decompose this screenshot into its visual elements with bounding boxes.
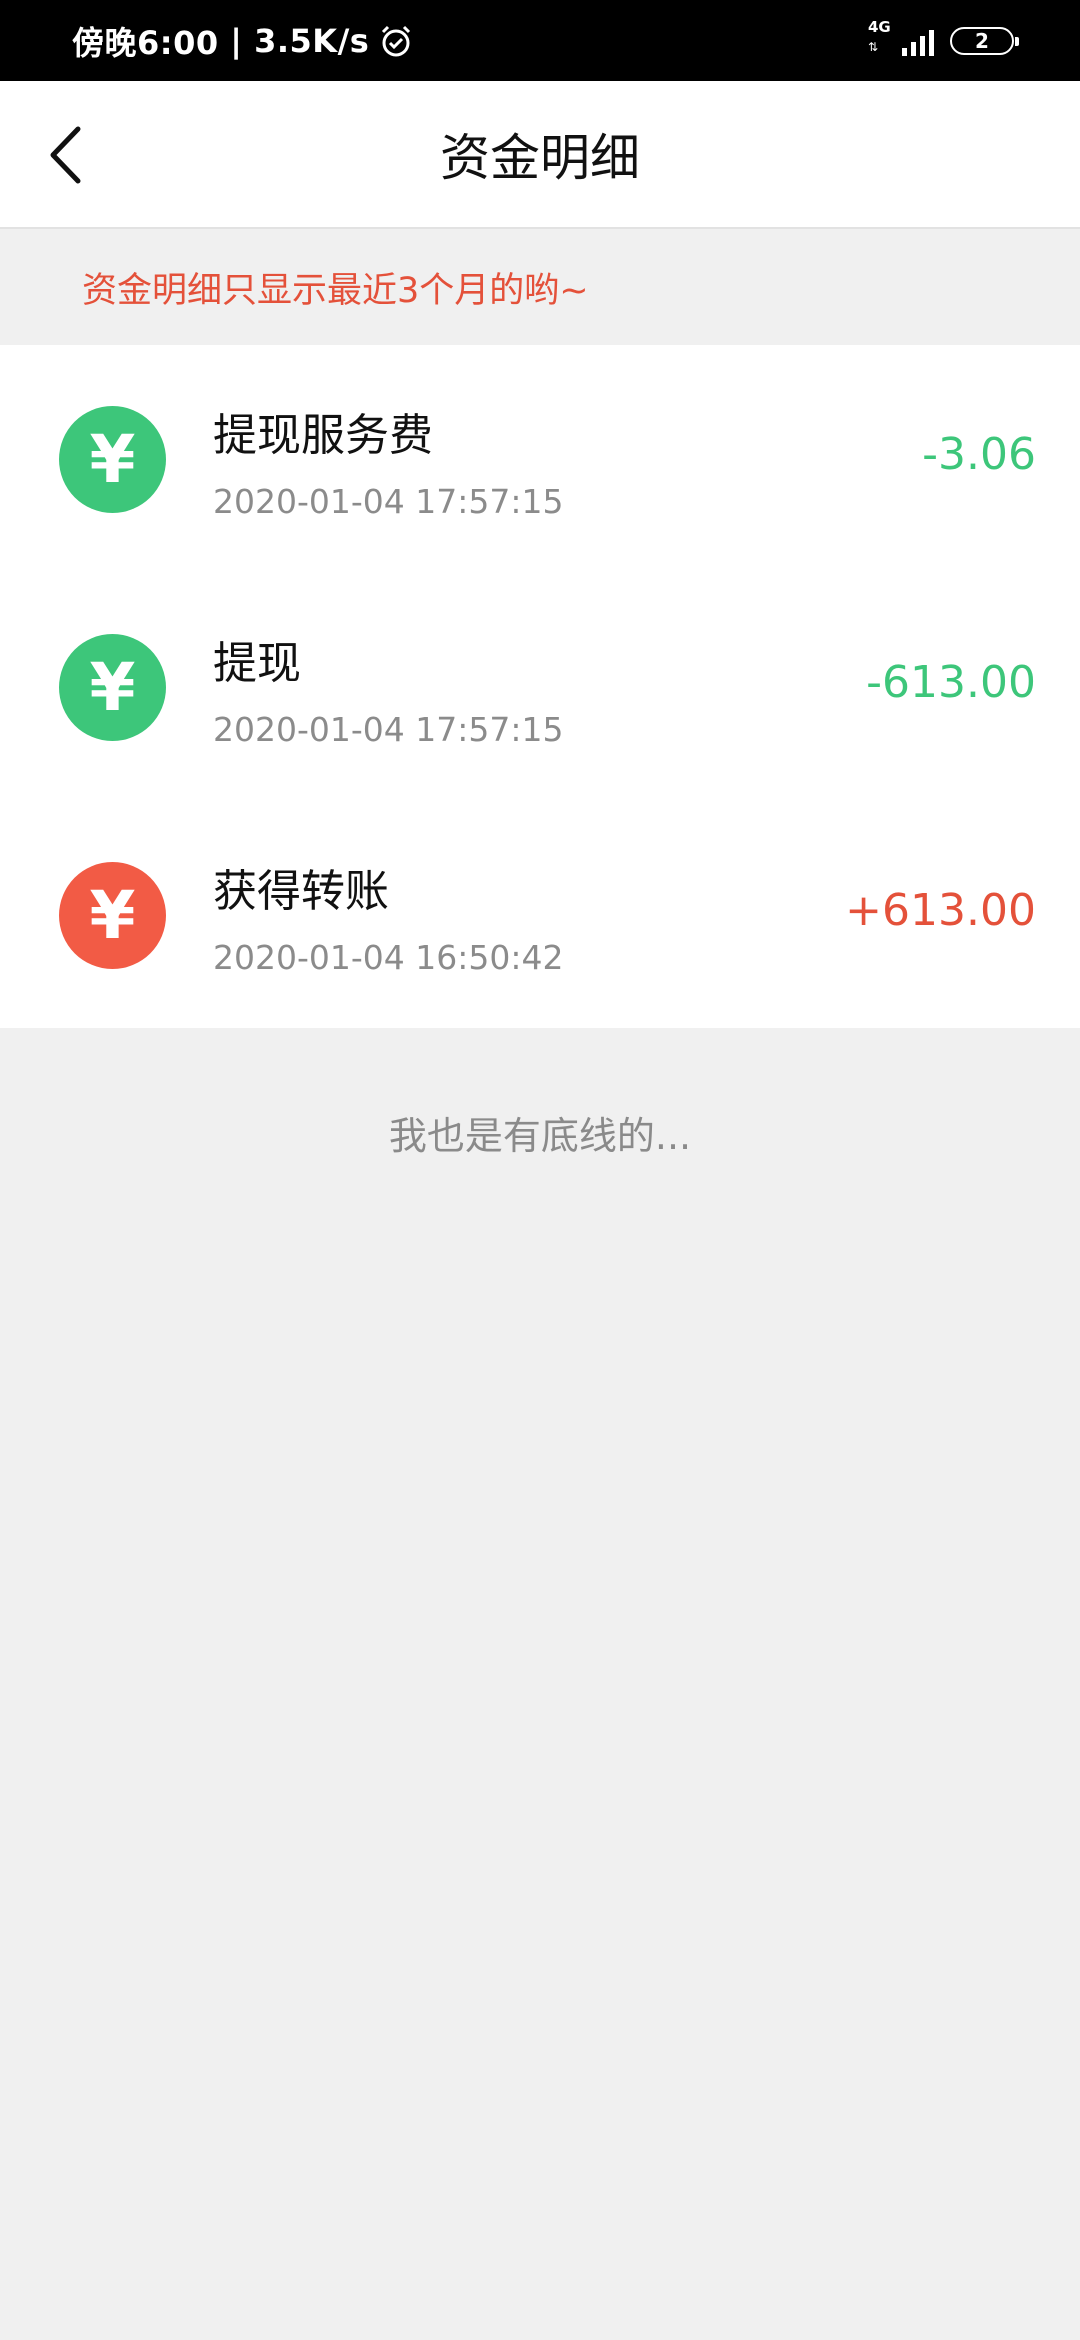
transaction-title: 提现 [213, 638, 301, 689]
notice-text: 资金明细只显示最近3个月的哟~ [82, 271, 589, 311]
coin-symbol: ¥ [89, 877, 136, 954]
status-separator: | [218, 21, 255, 60]
transaction-title: 提现服务费 [213, 410, 433, 461]
network-type: 4G [868, 17, 891, 36]
transaction-time: 2020-01-04 17:57:15 [213, 482, 564, 521]
status-right: 4G ⇅ 2 [868, 18, 1019, 56]
data-arrows-icon: ⇅ [868, 39, 879, 54]
chevron-left-icon [50, 126, 81, 184]
yuan-coin-icon: ¥ [59, 634, 166, 741]
yuan-coin-icon: ¥ [59, 862, 166, 969]
transaction-title: 获得转账 [213, 866, 389, 917]
status-left: 傍晚6:00 | 3.5K/s [72, 18, 413, 64]
transaction-item[interactable]: ¥ 提现 2020-01-04 17:57:15 -613.00 [0, 573, 1080, 801]
transaction-amount: +613.00 [845, 885, 1036, 936]
transaction-time: 2020-01-04 17:57:15 [213, 710, 564, 749]
battery-level: 2 [975, 28, 989, 53]
transaction-list: ¥ 提现服务费 2020-01-04 17:57:15 -3.06 ¥ 提现 2… [0, 345, 1080, 1028]
transaction-time: 2020-01-04 16:50:42 [213, 938, 564, 977]
end-of-list-text: 我也是有底线的... [388, 1114, 692, 1158]
back-button[interactable] [30, 117, 100, 193]
yuan-coin-icon: ¥ [59, 406, 166, 513]
transaction-item[interactable]: ¥ 获得转账 2020-01-04 16:50:42 +613.00 [0, 801, 1080, 1029]
transaction-item[interactable]: ¥ 提现服务费 2020-01-04 17:57:15 -3.06 [0, 345, 1080, 573]
transaction-amount: -613.00 [866, 657, 1036, 708]
page-title: 资金明细 [440, 129, 640, 187]
signal-icon: 4G ⇅ [868, 18, 934, 56]
alarm-icon [382, 25, 411, 56]
status-bar: 傍晚6:00 | 3.5K/s 4G ⇅ 2 [0, 0, 1080, 81]
notice-bar: 资金明细只显示最近3个月的哟~ [0, 230, 1080, 345]
battery-icon: 2 [950, 26, 1019, 55]
coin-symbol: ¥ [89, 421, 136, 498]
app-header: 资金明细 [0, 81, 1080, 229]
signal-bar [911, 41, 916, 56]
network-speed: 3.5K/s [254, 21, 370, 60]
transaction-amount: -3.06 [922, 429, 1036, 480]
signal-bar [902, 47, 907, 56]
signal-bar [920, 35, 925, 56]
signal-bar [929, 29, 934, 56]
coin-symbol: ¥ [89, 649, 136, 726]
status-time: 傍晚6:00 [72, 23, 219, 62]
